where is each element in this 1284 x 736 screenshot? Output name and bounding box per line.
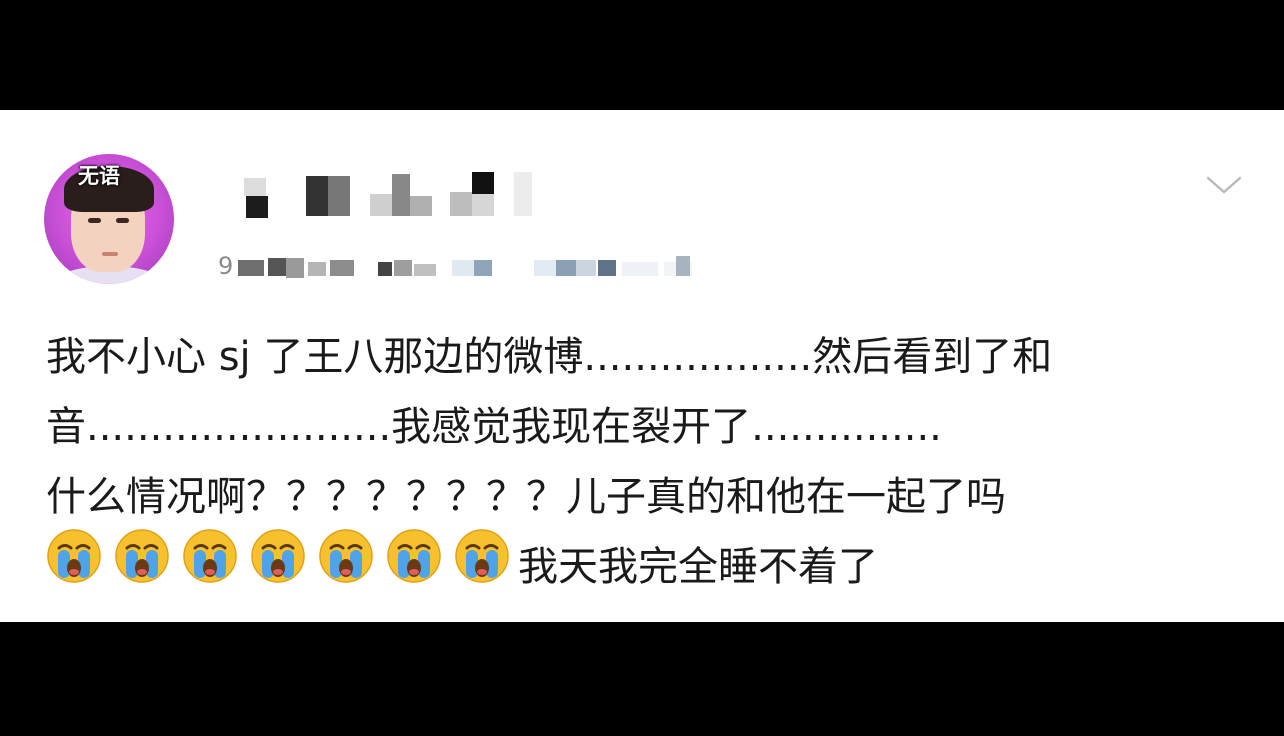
chevron-down-icon[interactable] [1204,170,1244,200]
crying-face-icon [114,528,170,584]
post-line-2: 音........................我感觉我现在裂开了......… [46,404,942,450]
avatar-tag: 无语 [78,164,120,188]
crying-face-icon [182,528,238,584]
crying-face-icon [46,528,102,584]
post-body: 我不小心 sj 了王八那边的微博..................然后看到了和… [46,322,1246,602]
post-line-1: 我不小心 sj 了王八那边的微博..................然后看到了和 [46,334,1053,380]
meta-prefix: 9 [218,252,234,280]
avatar-mouth [102,252,118,256]
username-pixelated[interactable] [244,166,544,218]
avatar-eye-right [116,218,129,223]
crying-face-icon [250,528,306,584]
crying-face-icon [454,528,510,584]
emoji-row [46,528,522,606]
crying-face-icon [318,528,374,584]
post-line-4-text: 我天我完全睡不着了 [518,544,878,590]
weibo-post-card: 无语 9 我不小心 sj 了王八那边的微博..................然… [0,110,1284,622]
post-line-3: 什么情况啊？？？？？？？？儿子真的和他在一起了吗 [46,474,1006,520]
post-meta-pixelated: 9 [218,250,708,282]
user-avatar[interactable]: 无语 [44,154,174,284]
post-line-4: 我天我完全睡不着了 [46,529,1246,602]
avatar-eye-left [88,218,101,223]
crying-face-icon [386,528,442,584]
